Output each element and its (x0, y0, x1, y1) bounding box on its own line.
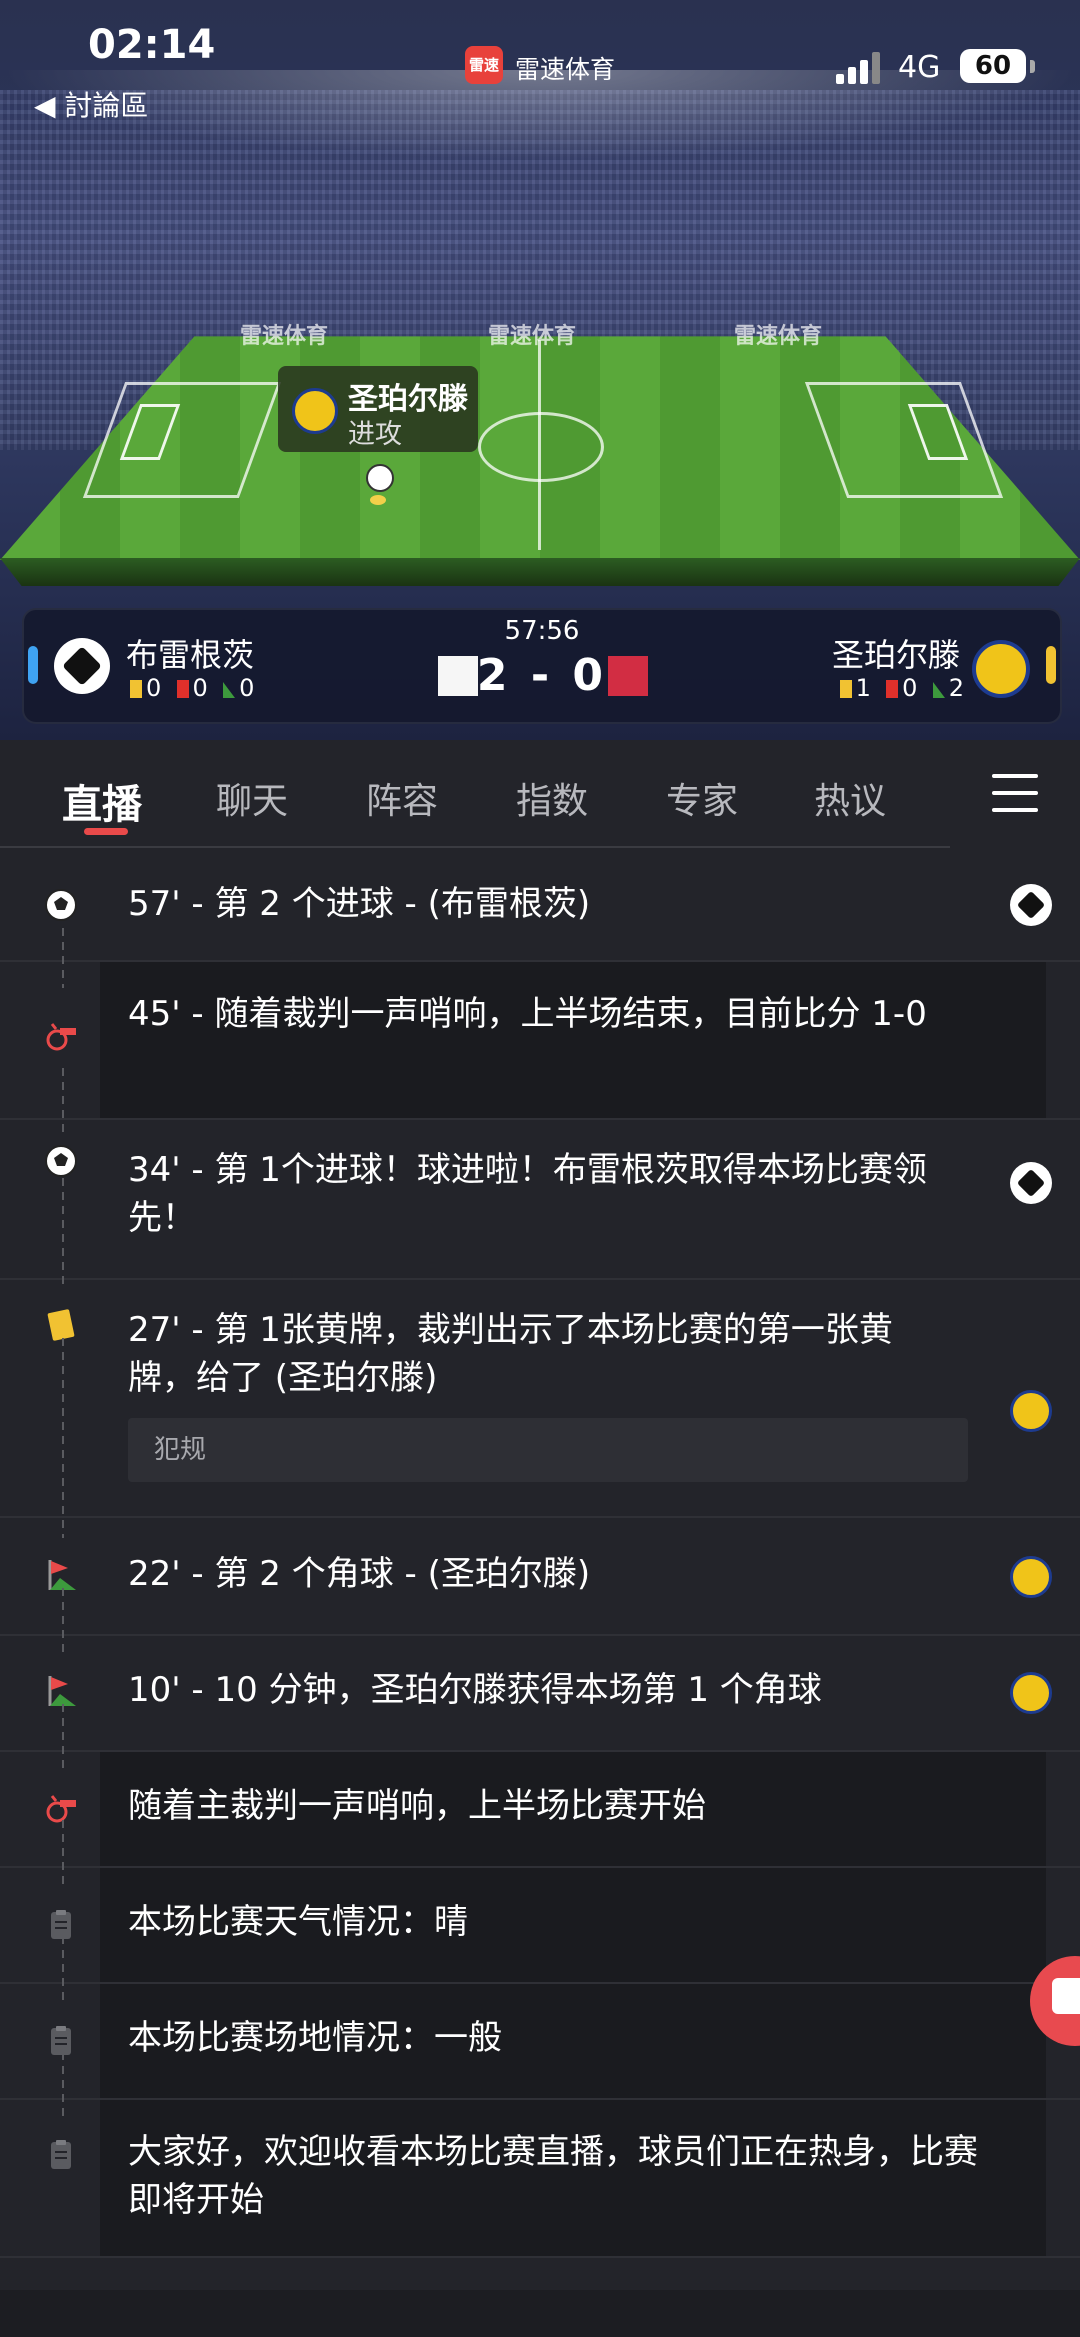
away-team-logo-icon (972, 640, 1030, 698)
ad-board-left: 雷速体育 (240, 324, 329, 349)
yellow-card-icon (839, 680, 852, 698)
away-yellow-count: 1 (855, 674, 871, 702)
event-text: 45' - 随着裁判一声哨响，上半场结束，目前比分 1-0 (128, 994, 927, 1034)
tab-bar: 直播 聊天 阵容 指数 专家 热议 (0, 742, 1080, 852)
home-team-logo-icon (1010, 884, 1052, 926)
corner-icon (932, 682, 945, 698)
tooltip-action: 进攻 (348, 419, 402, 450)
away-shirt-icon (608, 656, 648, 696)
stadium-header: 02:14 ◀ 討論區 雷速 雷速体育 4G 60 雷速体育 雷速体育 雷速体育… (0, 0, 1080, 740)
away-shirt-sleeve (634, 658, 648, 674)
timeline-connector (62, 1178, 64, 1288)
event-text: 22' - 第 2 个角球 - (圣珀尔滕) (128, 1554, 591, 1594)
timeline-event: 随着主裁判一声哨响，上半场比赛开始 (0, 1752, 1080, 1868)
app-name: 雷速体育 (515, 55, 616, 84)
tab-discussion[interactable]: 热议 (814, 772, 886, 824)
back-to-forum-link[interactable]: ◀ 討論區 (34, 84, 148, 124)
battery-icon: 60 (960, 49, 1026, 83)
soccer-ball-icon (45, 1145, 77, 1177)
event-note-text: 犯规 (154, 1435, 207, 1465)
clock: 02:14 (88, 22, 216, 68)
timeline-event: 本场比赛场地情况：一般 (0, 1984, 1080, 2100)
away-team-logo-icon (1010, 1390, 1052, 1432)
ad-board-right: 雷速体育 (734, 324, 823, 349)
status-bar: 02:14 ◀ 討論區 雷速 雷速体育 4G 60 (0, 0, 1080, 130)
whistle-icon (46, 1795, 76, 1823)
menu-icon[interactable] (992, 774, 1038, 814)
clipboard-icon (51, 1910, 71, 1939)
timeline-event: 57' - 第 2 个进球 - (布雷根茨) (0, 850, 1080, 962)
pitch-edge (0, 558, 1080, 586)
away-team-name: 圣珀尔滕 (831, 636, 960, 674)
bottom-bar (0, 2290, 1080, 2337)
ball-marker (370, 495, 386, 505)
away-corner-count: 2 (948, 674, 964, 702)
away-team-logo-icon (1010, 1672, 1052, 1714)
clipboard-icon (51, 2140, 71, 2169)
event-card (100, 962, 1046, 1118)
timeline-event: 34' - 第 1个进球！球进啦！布雷根茨取得本场比赛领先！ (0, 1120, 1080, 1280)
event-note: 犯规 (128, 1418, 968, 1482)
scoreboard[interactable]: 布雷根茨 0 0 0 57:56 2 - 0 圣珀尔滕 1 0 2 (22, 608, 1062, 724)
away-team-logo-icon (1010, 1556, 1052, 1598)
event-text: 57' - 第 2 个进球 - (布雷根茨) (128, 884, 591, 924)
whistle-icon (46, 1023, 76, 1051)
tabs-divider (0, 846, 950, 848)
timeline-event: 22' - 第 2 个角球 - (圣珀尔滕) (0, 1518, 1080, 1636)
center-circle (478, 412, 604, 482)
event-text: 本场比赛场地情况：一般 (128, 2018, 502, 2058)
signal-icon (836, 52, 880, 84)
attack-tooltip: 圣珀尔滕 进攻 (278, 366, 478, 452)
clipboard-icon (51, 2026, 71, 2055)
timeline-event: 45' - 随着裁判一声哨响，上半场结束，目前比分 1-0 (0, 962, 1080, 1120)
away-shirt-sleeve (608, 658, 622, 674)
away-team-logo-icon (292, 388, 338, 434)
tab-odds[interactable]: 指数 (516, 772, 588, 824)
network-type: 4G (898, 50, 941, 85)
red-card-icon (886, 680, 899, 698)
timeline-connector (62, 1338, 64, 1538)
tab-live[interactable]: 直播 (62, 772, 142, 830)
battery-tip (1030, 60, 1035, 73)
timeline-event: 大家好，欢迎收看本场比赛直播，球员们正在热身，比赛即将开始 (0, 2100, 1080, 2258)
event-text: 10' - 10 分钟，圣珀尔滕获得本场第 1 个角球 (128, 1670, 822, 1710)
away-stats: 1 0 2 (839, 674, 964, 702)
event-text: 本场比赛天气情况：晴 (128, 1902, 468, 1942)
active-tab-indicator (84, 828, 128, 835)
soccer-ball-icon (45, 889, 77, 921)
timeline-event: 10' - 10 分钟，圣珀尔滕获得本场第 1 个角球 (0, 1636, 1080, 1752)
ad-board-center: 雷速体育 (488, 324, 577, 349)
tab-chat[interactable]: 聊天 (216, 772, 288, 824)
yellow-card-icon (47, 1309, 75, 1341)
event-text: 27' - 第 1张黄牌，裁判出示了本场比赛的第一张黄牌，给了 (圣珀尔滕) (128, 1310, 893, 1398)
event-text: 34' - 第 1个进球！球进啦！布雷根茨取得本场比赛领先！ (128, 1150, 927, 1238)
corner-flag-icon (48, 1560, 76, 1590)
event-text: 大家好，欢迎收看本场比赛直播，球员们正在热身，比赛即将开始 (128, 2132, 978, 2220)
ball-icon (366, 464, 394, 492)
away-red-count: 0 (902, 674, 918, 702)
timeline-event: 27' - 第 1张黄牌，裁判出示了本场比赛的第一张黄牌，给了 (圣珀尔滕) 犯… (0, 1280, 1080, 1518)
corner-flag-icon (48, 1676, 76, 1706)
app-logo-icon: 雷速 (465, 46, 503, 84)
timeline-event: 本场比赛天气情况：晴 (0, 1868, 1080, 1984)
tab-lineup[interactable]: 阵容 (366, 772, 438, 824)
event-text: 随着主裁判一声哨响，上半场比赛开始 (128, 1786, 706, 1826)
home-team-logo-icon (1010, 1162, 1052, 1204)
tab-experts[interactable]: 专家 (666, 772, 738, 824)
